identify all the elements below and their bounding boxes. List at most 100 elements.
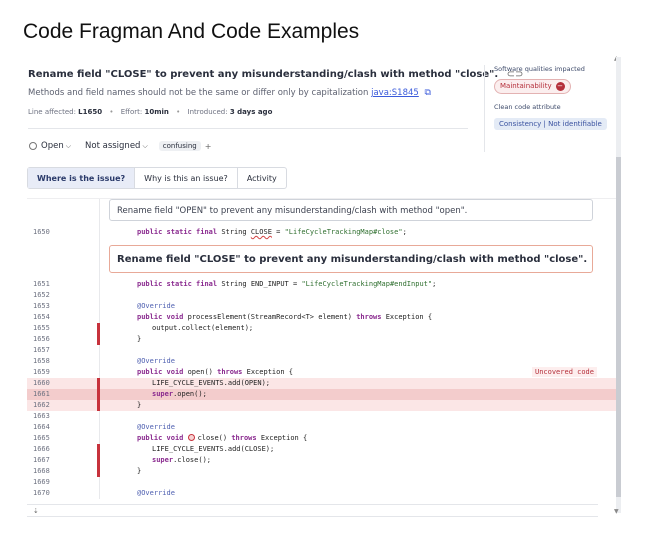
tag-badge[interactable]: confusing <box>158 141 201 151</box>
code-footer: ⇣ <box>27 504 598 517</box>
issue-tabs: Where is the issue? Why is this an issue… <box>27 167 287 189</box>
code-text: @Override <box>137 357 175 365</box>
line-affected-label: Line affected: <box>28 108 76 116</box>
chevron-down-icon[interactable]: ⌵ <box>66 142 71 151</box>
code-line: 1663 <box>27 411 621 422</box>
vertical-divider <box>484 65 485 152</box>
code-line: 1650 public static final String CLOSE = … <box>27 227 621 238</box>
line-number: 1654 <box>33 313 50 321</box>
uncovered-code-label: Uncovered code <box>531 367 597 377</box>
uncovered-marker <box>97 323 100 334</box>
tab-where-is-the-issue[interactable]: Where is the issue? <box>28 168 136 188</box>
code-line: 1656 } <box>27 334 621 345</box>
issue-panel: Rename field "CLOSE" to prevent any misu… <box>27 57 621 520</box>
line-number: 1661 <box>33 390 50 398</box>
code-text: @Override <box>137 302 175 310</box>
issue-attributes: Software qualities impacted Maintainabil… <box>494 65 614 130</box>
line-number: 1656 <box>33 335 50 343</box>
code-line: 1654 public void processElement(StreamRe… <box>27 312 621 323</box>
severity-high-icon: − <box>555 81 565 91</box>
issue-description: Methods and field names should not be th… <box>28 88 431 98</box>
page-title: Code Fragman And Code Examples <box>23 20 360 43</box>
code-line: 1658 @Override <box>27 356 621 367</box>
line-number: 1650 <box>33 228 50 236</box>
code-text: output.collect(element); <box>152 324 254 332</box>
code-text: LIFE_CYCLE_EVENTS.add(OPEN); <box>152 379 271 387</box>
maintainability-label: Maintainability <box>500 82 552 90</box>
issue-title-text: Rename field "CLOSE" to prevent any misu… <box>28 69 499 80</box>
maintainability-badge[interactable]: Maintainability − <box>494 78 571 94</box>
add-tag-button[interactable]: + <box>205 142 212 151</box>
line-number: 1662 <box>33 401 50 409</box>
code-line: 1670 @Override <box>27 488 621 499</box>
code-text: } <box>137 467 142 475</box>
code-text: public void open() throws Exception { <box>137 368 293 376</box>
external-link-icon[interactable]: ⧉ <box>425 88 431 98</box>
issue-location: CLOSE <box>250 228 272 236</box>
code-text: public static final String END_INPUT = "… <box>137 280 437 288</box>
code-line: 1664 @Override <box>27 422 621 433</box>
code-line: 1655 output.collect(element); <box>27 323 621 334</box>
code-line: 1652 <box>27 290 621 301</box>
code-text: @Override <box>137 423 175 431</box>
rule-link[interactable]: java:S1845 <box>371 88 419 98</box>
issue-description-text: Methods and field names should not be th… <box>28 88 369 98</box>
code-text: @Override <box>137 489 175 497</box>
clean-code-label: Clean code attribute <box>494 102 561 111</box>
code-line: 1666 LIFE_CYCLE_EVENTS.add(CLOSE); <box>27 444 621 455</box>
line-affected-value: L1650 <box>78 108 103 116</box>
qualities-label: Software qualities impacted <box>494 65 585 73</box>
issue-meta: Line affected: L1650 • Effort: 10min • I… <box>28 108 272 116</box>
code-line: 1662 } <box>27 400 621 411</box>
line-number: 1652 <box>33 291 50 299</box>
line-number: 1657 <box>33 346 50 354</box>
uncovered-marker <box>97 400 100 411</box>
code-line: 1660 LIFE_CYCLE_EVENTS.add(OPEN); <box>27 378 621 389</box>
status-row: Open ⌵ Not assigned ⌵ confusing + <box>29 141 211 151</box>
chevron-down-icon[interactable]: ⌵ <box>142 142 147 151</box>
line-number: 1667 <box>33 456 50 464</box>
line-number: 1664 <box>33 423 50 431</box>
effort-label: Effort: <box>120 108 143 116</box>
uncovered-marker <box>97 378 100 389</box>
scroll-down-icon[interactable]: ▼ <box>614 508 619 515</box>
clean-code-badge[interactable]: Consistency | Not identifiable <box>494 117 607 130</box>
code-line: 1653 @Override <box>27 301 621 312</box>
uncovered-marker <box>97 455 100 466</box>
expand-icon[interactable]: ⇣ <box>33 507 39 515</box>
introduced-label: Introduced: <box>187 108 228 116</box>
code-line: 1667 super.close(); <box>27 455 621 466</box>
uncovered-marker <box>97 334 100 345</box>
line-number: 1663 <box>33 412 50 420</box>
scrollbar[interactable] <box>616 57 621 513</box>
code-line: 1651 public static final String END_INPU… <box>27 279 621 290</box>
uncovered-marker <box>97 466 100 477</box>
secondary-location-icon[interactable] <box>187 433 195 441</box>
secondary-issue-message[interactable]: Rename field "OPEN" to prevent any misun… <box>109 199 593 221</box>
line-number: 1666 <box>33 445 50 453</box>
code-text: } <box>137 401 142 409</box>
assignee-dropdown[interactable]: Not assigned <box>85 141 140 151</box>
code-line: 1659 public void open() throws Exception… <box>27 367 621 378</box>
tab-why-is-this-an-issue[interactable]: Why is this an issue? <box>135 168 238 188</box>
code-line: 1661 super.open(); <box>27 389 621 400</box>
code-text: public void processElement(StreamRecord<… <box>137 313 433 321</box>
line-number: 1659 <box>33 368 50 376</box>
code-text: super.open(); <box>152 390 207 398</box>
code-text: super.close(); <box>152 456 212 464</box>
line-number: 1651 <box>33 280 50 288</box>
tab-activity[interactable]: Activity <box>238 168 286 188</box>
line-number: 1669 <box>33 478 50 486</box>
status-dropdown[interactable]: Open <box>41 141 64 151</box>
code-text: public static final String CLOSE = "Life… <box>137 228 407 236</box>
line-number: 1658 <box>33 357 50 365</box>
line-number: 1668 <box>33 467 50 475</box>
meta-separator: • <box>176 108 181 116</box>
code-line: 1665 public void close() throws Exceptio… <box>27 433 621 444</box>
line-number: 1665 <box>33 434 50 442</box>
line-number: 1653 <box>33 302 50 310</box>
uncovered-marker <box>97 389 100 400</box>
primary-issue-message[interactable]: Rename field "CLOSE" to prevent any misu… <box>109 245 593 273</box>
scrollbar-thumb[interactable] <box>616 157 621 497</box>
line-number: 1660 <box>33 379 50 387</box>
